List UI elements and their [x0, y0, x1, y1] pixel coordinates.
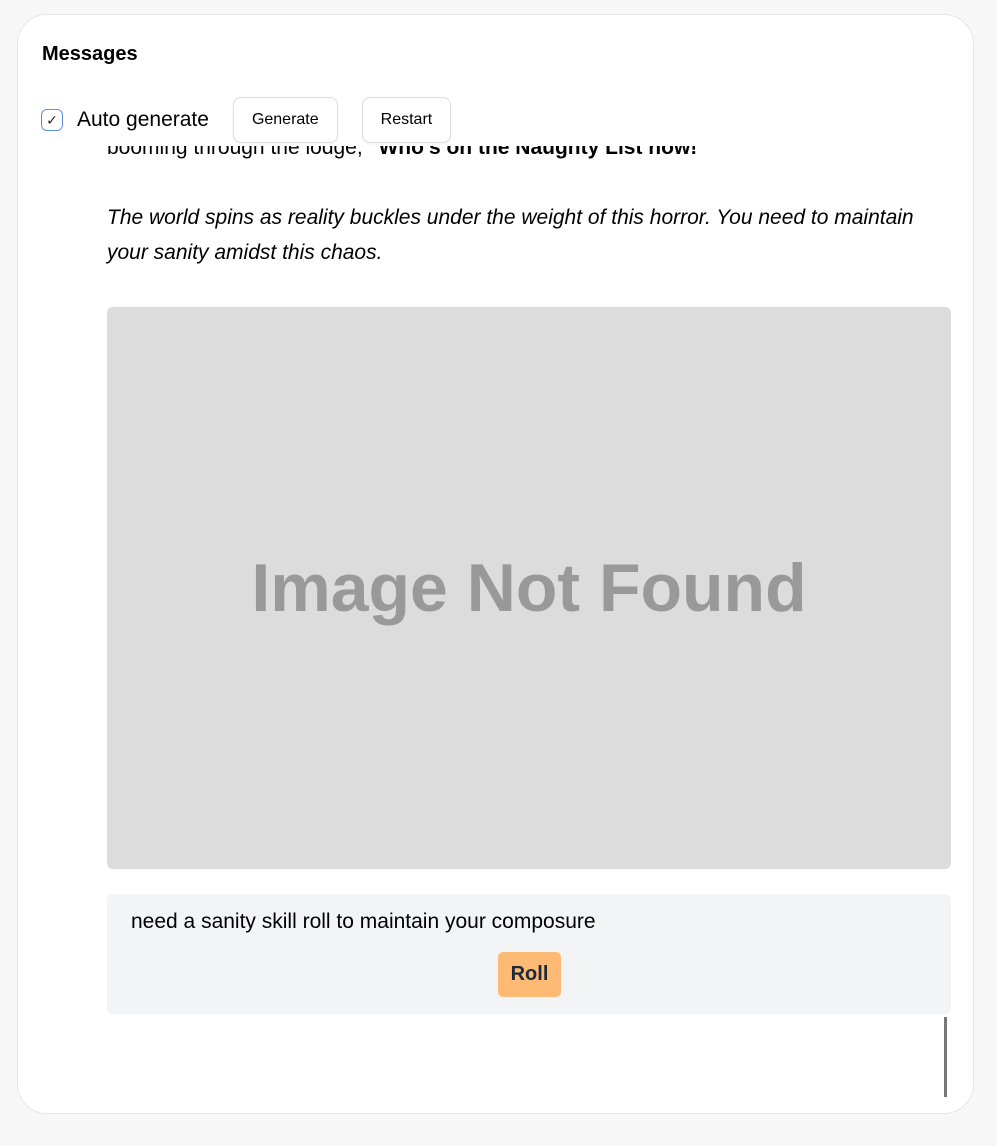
- checkmark-icon: ✓: [46, 111, 58, 128]
- roll-prompt-text: need a sanity skill roll to maintain you…: [131, 910, 596, 933]
- auto-generate-checkbox[interactable]: ✓: [41, 109, 63, 131]
- skill-roll-prompt: need a sanity skill roll to maintain you…: [107, 894, 951, 1014]
- generate-button[interactable]: Generate: [232, 97, 338, 143]
- toolbar: ✓ Auto generate Generate Restart: [41, 96, 476, 144]
- message-italic: The world spins as reality buckles under…: [107, 206, 914, 264]
- message-line: booming through the lodge,: [107, 146, 369, 159]
- messages-panel: Messages booming through the lodge, "Who…: [17, 14, 974, 1114]
- panel-title: Messages: [42, 43, 138, 65]
- image-placeholder: Image Not Found: [107, 307, 951, 869]
- roll-button[interactable]: Roll: [498, 952, 561, 997]
- message-scroll-area[interactable]: booming through the lodge, "Who's on the…: [18, 146, 973, 1146]
- message-quote: "Who's on the Naughty List now!": [368, 146, 708, 159]
- message-text: booming through the lodge, "Who's on the…: [107, 146, 955, 270]
- auto-generate-label[interactable]: Auto generate: [77, 108, 209, 132]
- scrollbar[interactable]: [944, 1017, 947, 1097]
- restart-button[interactable]: Restart: [361, 97, 452, 143]
- image-placeholder-text: Image Not Found: [251, 550, 807, 626]
